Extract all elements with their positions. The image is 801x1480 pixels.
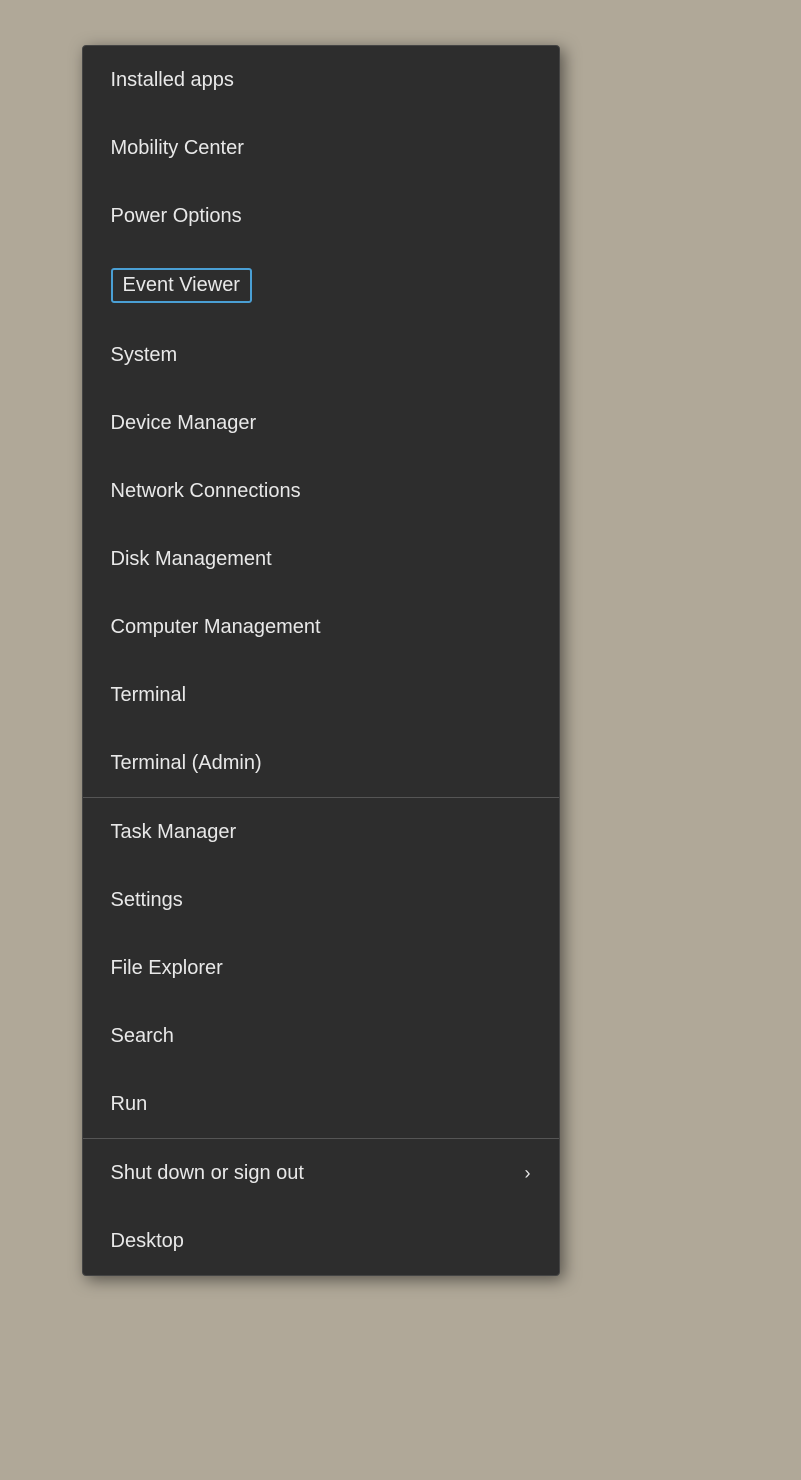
menu-item-label-terminal: Terminal xyxy=(111,684,187,707)
menu-item-event-viewer[interactable]: Event Viewer xyxy=(83,250,559,321)
menu-item-label-shut-down-sign-out: Shut down or sign out xyxy=(111,1162,304,1185)
menu-item-device-manager[interactable]: Device Manager xyxy=(83,389,559,457)
menu-item-terminal-admin[interactable]: Terminal (Admin) xyxy=(83,729,559,797)
menu-item-label-network-connections: Network Connections xyxy=(111,480,301,503)
menu-item-run[interactable]: Run xyxy=(83,1070,559,1138)
menu-item-label-system: System xyxy=(111,344,178,367)
menu-item-terminal[interactable]: Terminal xyxy=(83,661,559,729)
menu-item-mobility-center[interactable]: Mobility Center xyxy=(83,114,559,182)
menu-item-file-explorer[interactable]: File Explorer xyxy=(83,934,559,1002)
menu-item-shut-down-sign-out[interactable]: Shut down or sign out › xyxy=(83,1139,559,1207)
menu-item-search[interactable]: Search xyxy=(83,1002,559,1070)
menu-item-network-connections[interactable]: Network Connections xyxy=(83,457,559,525)
menu-item-disk-management[interactable]: Disk Management xyxy=(83,525,559,593)
context-menu: Installed apps Mobility Center Power Optio… xyxy=(82,45,560,1276)
menu-item-label-disk-management: Disk Management xyxy=(111,548,272,571)
menu-item-label-task-manager: Task Manager xyxy=(111,821,237,844)
menu-item-label-run: Run xyxy=(111,1093,148,1116)
menu-item-label-event-viewer: Event Viewer xyxy=(111,268,252,303)
menu-item-label-settings: Settings xyxy=(111,889,183,912)
menu-item-label-terminal-admin: Terminal (Admin) xyxy=(111,752,262,775)
menu-item-settings[interactable]: Settings xyxy=(83,866,559,934)
menu-item-label-file-explorer: File Explorer xyxy=(111,957,223,980)
menu-item-label-installed-apps: Installed apps xyxy=(111,69,234,92)
menu-item-label-computer-management: Computer Management xyxy=(111,616,321,639)
menu-item-desktop[interactable]: Desktop xyxy=(83,1207,559,1275)
menu-item-installed-apps[interactable]: Installed apps xyxy=(83,46,559,114)
menu-item-label-device-manager: Device Manager xyxy=(111,412,257,435)
menu-item-computer-management[interactable]: Computer Management xyxy=(83,593,559,661)
menu-item-system[interactable]: System xyxy=(83,321,559,389)
menu-item-label-search: Search xyxy=(111,1025,174,1048)
menu-item-label-desktop: Desktop xyxy=(111,1230,184,1253)
menu-item-power-options[interactable]: Power Options xyxy=(83,182,559,250)
menu-item-task-manager[interactable]: Task Manager xyxy=(83,798,559,866)
menu-item-label-mobility-center: Mobility Center xyxy=(111,137,244,160)
chevron-right-icon: › xyxy=(525,1163,531,1184)
menu-item-label-power-options: Power Options xyxy=(111,205,242,228)
